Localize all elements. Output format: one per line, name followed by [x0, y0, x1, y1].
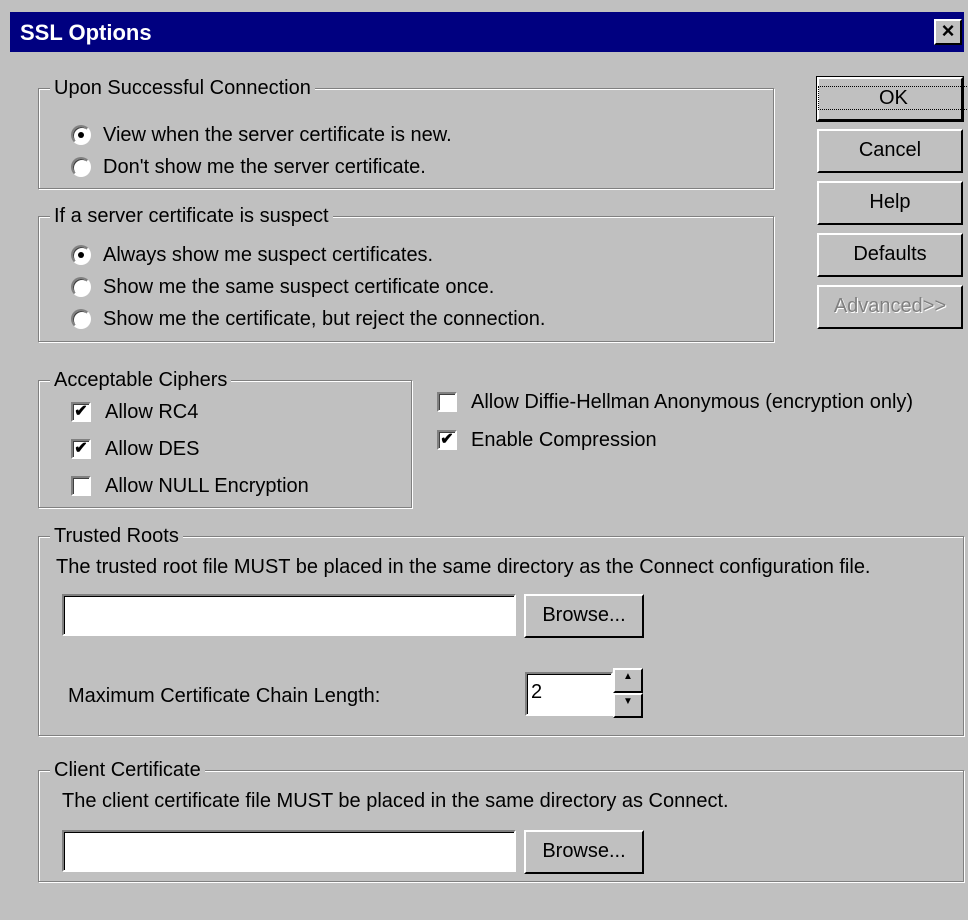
suspect-option-label-0: Always show me suspect certificates. [103, 244, 434, 266]
suspect-option-radio-1[interactable] [71, 277, 91, 297]
suspect-option-label-2: Show me the certificate, but reject the … [103, 308, 546, 330]
cipher-des-checkbox[interactable]: ✔ [71, 439, 91, 459]
chain-length-input[interactable]: 2 [525, 672, 613, 716]
success-option-label-0: View when the server certificate is new. [103, 124, 452, 146]
suspect-group-legend: If a server certificate is suspect [50, 204, 333, 228]
cancel-button[interactable]: Cancel [817, 129, 963, 173]
ciphers-group-legend: Acceptable Ciphers [50, 368, 232, 392]
success-option-radio-1[interactable] [71, 157, 91, 177]
chain-length-down-icon[interactable]: ▼ [613, 693, 643, 718]
cipher-des-label: Allow DES [105, 438, 200, 460]
chain-length-label: Maximum Certificate Chain Length: [68, 685, 381, 707]
success-option-label-1: Don't show me the server certificate. [103, 156, 426, 178]
cipher-null-checkbox[interactable] [71, 476, 91, 496]
trusted-root-file-input[interactable] [62, 594, 516, 636]
browse-client-certificate-button[interactable]: Browse... [524, 830, 644, 874]
client-certificate-file-input[interactable] [62, 830, 516, 872]
title-bar [10, 12, 964, 52]
defaults-button[interactable]: Defaults [817, 233, 963, 277]
ok-button[interactable]: OK [816, 76, 968, 122]
client-certificate-description: The client certificate file MUST be plac… [62, 790, 729, 812]
cipher-rc4-checkbox[interactable]: ✔ [71, 402, 91, 422]
chain-length-up-icon[interactable]: ▲ [613, 668, 643, 693]
suspect-option-radio-2[interactable] [71, 309, 91, 329]
success-option-radio-0[interactable] [71, 125, 91, 145]
trusted-roots-description: The trusted root file MUST be placed in … [56, 556, 871, 578]
suspect-option-radio-0[interactable] [71, 245, 91, 265]
diffie-hellman-label: Allow Diffie-Hellman Anonymous (encrypti… [471, 391, 914, 413]
cipher-rc4-label: Allow RC4 [105, 401, 199, 423]
cipher-null-label: Allow NULL Encryption [105, 475, 309, 497]
window-title: SSL Options [20, 20, 152, 45]
compression-checkbox[interactable]: ✔ [437, 430, 457, 450]
close-icon[interactable]: × [934, 19, 962, 45]
client-certificate-legend: Client Certificate [50, 758, 205, 782]
success-group-legend: Upon Successful Connection [50, 76, 315, 100]
trusted-roots-legend: Trusted Roots [50, 524, 183, 548]
browse-trusted-root-button[interactable]: Browse... [524, 594, 644, 638]
advanced-button[interactable]: Advanced>> [817, 285, 963, 329]
ok-button-label: OK [818, 86, 968, 110]
suspect-option-label-1: Show me the same suspect certificate onc… [103, 276, 495, 298]
help-button[interactable]: Help [817, 181, 963, 225]
diffie-hellman-checkbox[interactable] [437, 392, 457, 412]
compression-label: Enable Compression [471, 429, 657, 451]
